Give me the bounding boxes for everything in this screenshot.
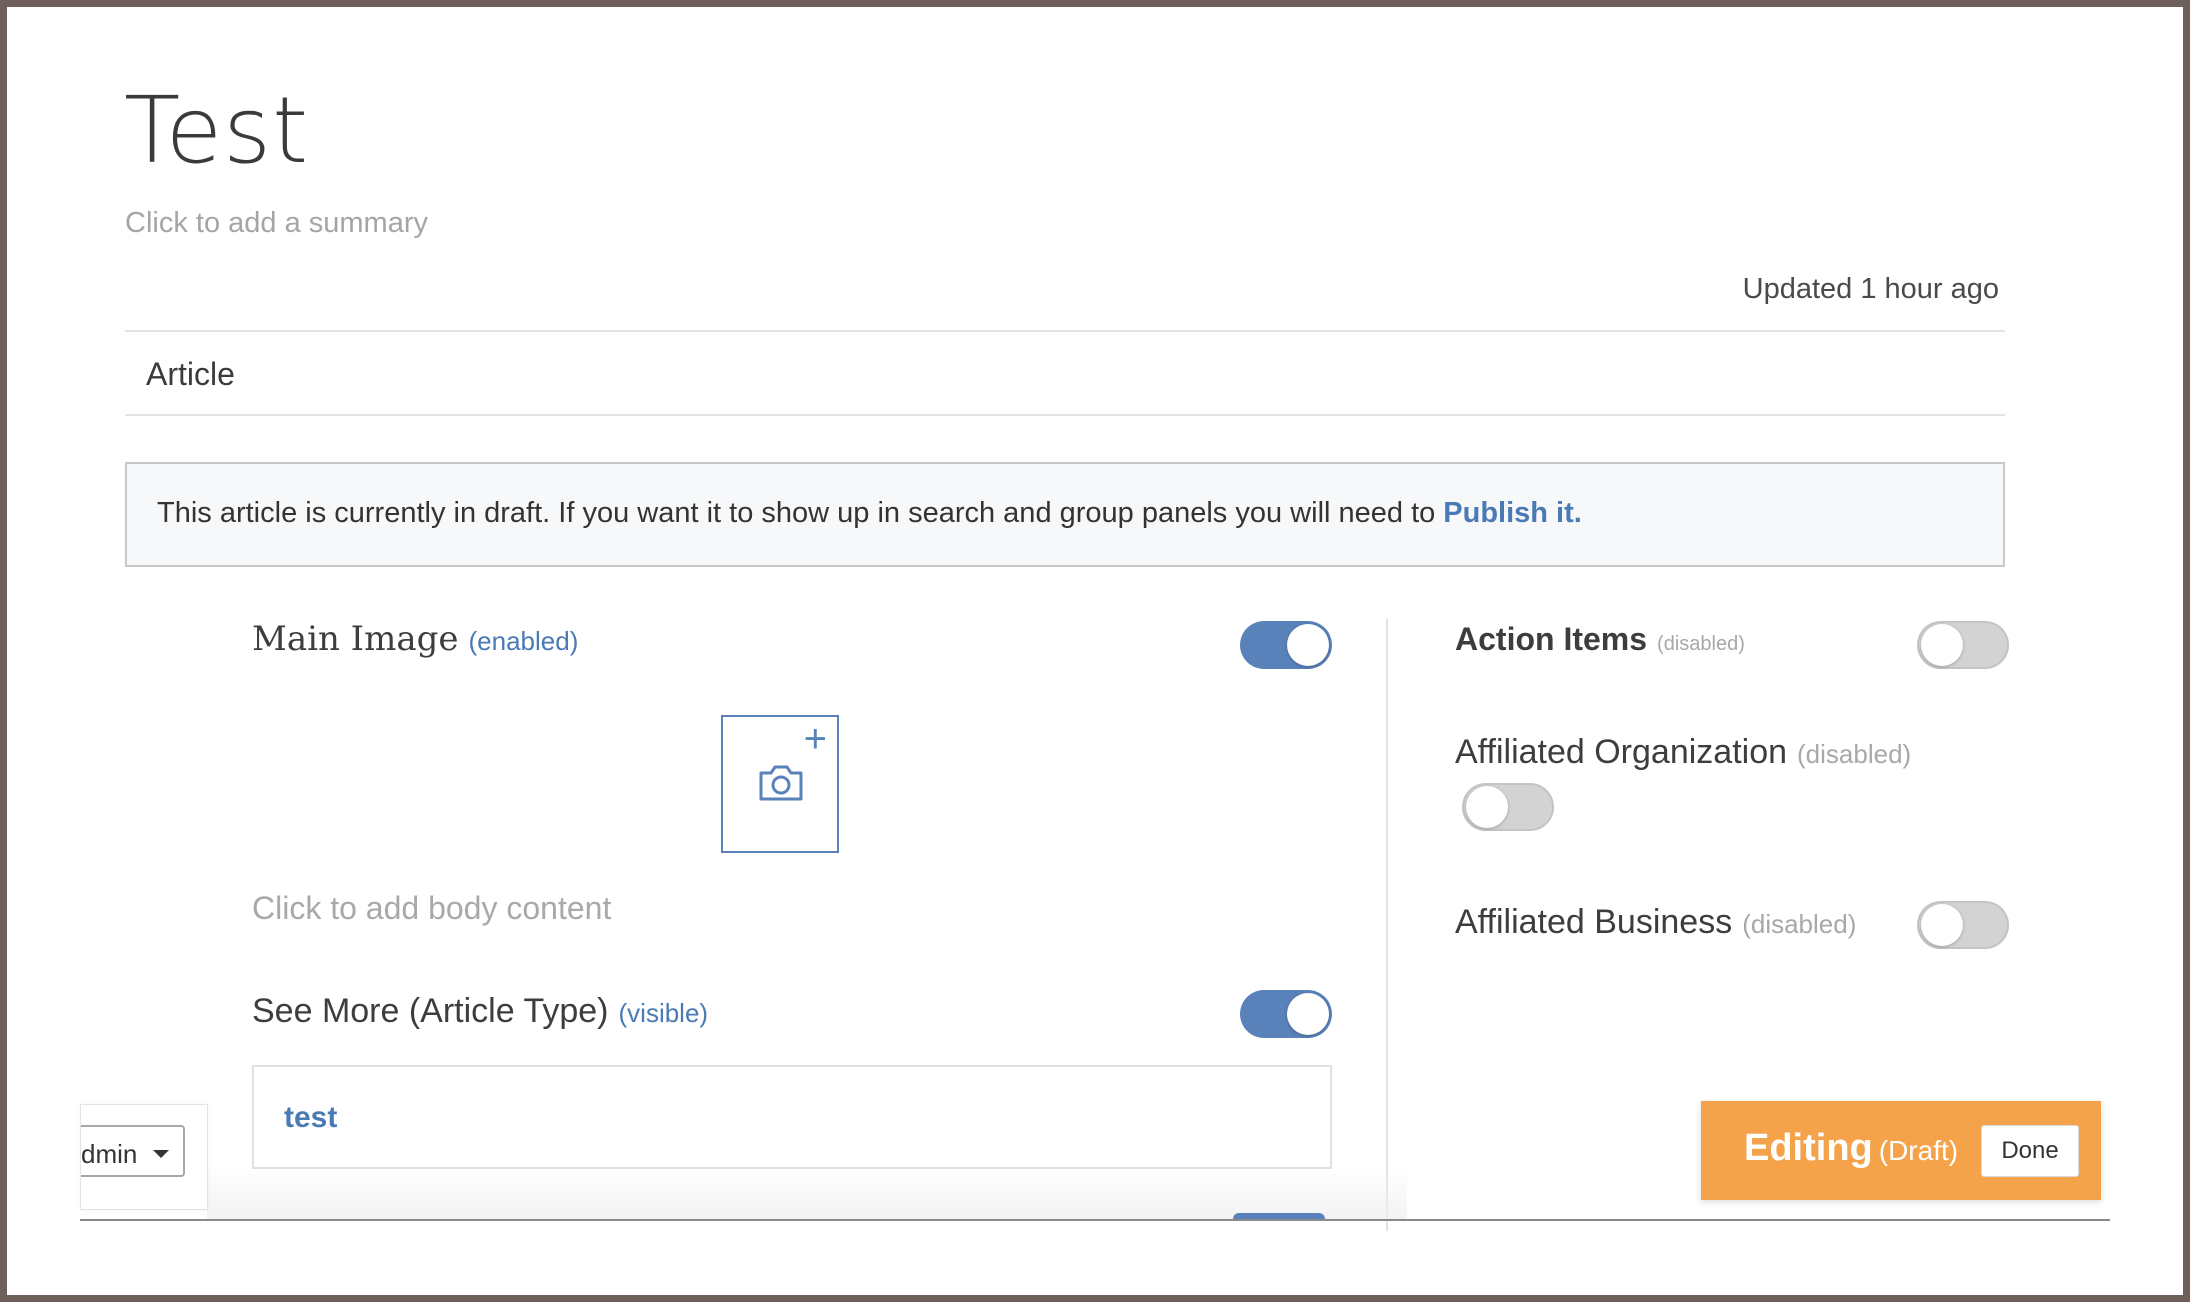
see-more-box: test bbox=[252, 1065, 1332, 1169]
affiliated-business-label: Affiliated Business (disabled) bbox=[1455, 903, 1856, 942]
bottom-divider bbox=[80, 1219, 2110, 1221]
admin-dropdown-button[interactable]: dmin bbox=[81, 1125, 185, 1177]
see-more-label: See More (Article Type) (visible) bbox=[252, 992, 708, 1031]
see-more-title: See More (Article Type) bbox=[252, 992, 609, 1030]
done-button[interactable]: Done bbox=[1981, 1125, 2079, 1177]
caret-down-icon bbox=[153, 1150, 169, 1158]
see-more-state: (visible) bbox=[618, 998, 709, 1028]
page-title[interactable]: Test bbox=[124, 77, 309, 184]
draft-notice-message: This article is currently in draft. If y… bbox=[157, 497, 1582, 530]
affiliated-business-toggle[interactable] bbox=[1917, 901, 2009, 949]
editing-status: (Draft) bbox=[1878, 1135, 1959, 1166]
main-image-title: Main Image bbox=[252, 619, 459, 659]
affiliated-organization-label: Affiliated Organization (disabled) bbox=[1455, 733, 1911, 772]
affiliated-business-state: (disabled) bbox=[1742, 909, 1857, 939]
action-items-toggle[interactable] bbox=[1917, 621, 2009, 669]
toggle-knob bbox=[1921, 624, 1963, 666]
editing-label: Editing (Draft) bbox=[1744, 1127, 1958, 1170]
column-divider bbox=[1386, 619, 1388, 1231]
body-content-placeholder[interactable]: Click to add body content bbox=[252, 890, 611, 927]
see-more-toggle[interactable] bbox=[1240, 990, 1332, 1038]
admin-panel: dmin bbox=[80, 1104, 208, 1210]
main-image-toggle[interactable] bbox=[1240, 621, 1332, 669]
toggle-knob bbox=[1287, 993, 1329, 1035]
page-frame: Test Click to add a summary Updated 1 ho… bbox=[7, 7, 2183, 1295]
plus-icon: + bbox=[803, 717, 827, 761]
editing-status-bar: Editing (Draft) Done bbox=[1701, 1101, 2101, 1200]
admin-dropdown-label: dmin bbox=[81, 1139, 138, 1169]
toggle-knob bbox=[1921, 904, 1963, 946]
affiliated-organization-toggle[interactable] bbox=[1462, 783, 1554, 831]
affiliated-organization-title: Affiliated Organization bbox=[1455, 733, 1788, 771]
main-image-state: (enabled) bbox=[468, 626, 579, 656]
affiliated-business-title: Affiliated Business bbox=[1455, 903, 1733, 941]
add-image-button[interactable]: + bbox=[721, 715, 839, 853]
affiliated-organization-state: (disabled) bbox=[1797, 739, 1912, 769]
action-items-title: Action Items bbox=[1455, 621, 1648, 657]
editing-mode: Editing bbox=[1744, 1127, 1873, 1169]
see-more-link[interactable]: test bbox=[284, 1101, 337, 1135]
publish-link[interactable]: Publish it. bbox=[1443, 497, 1582, 529]
camera-icon bbox=[759, 765, 803, 801]
toggle-knob bbox=[1466, 786, 1508, 828]
content-type-bar: Article bbox=[125, 330, 2005, 416]
action-items-label: Action Items (disabled) bbox=[1455, 621, 1745, 658]
draft-notice-text: This article is currently in draft. If y… bbox=[157, 497, 1436, 529]
content-type-label: Article bbox=[146, 356, 235, 392]
main-image-label: Main Image (enabled) bbox=[252, 619, 578, 659]
action-items-state: (disabled) bbox=[1657, 633, 1745, 655]
summary-placeholder[interactable]: Click to add a summary bbox=[125, 207, 428, 240]
toggle-knob bbox=[1287, 624, 1329, 666]
updated-timestamp: Updated 1 hour ago bbox=[1742, 273, 1999, 305]
scroll-fade bbox=[207, 1167, 1407, 1219]
draft-notice: This article is currently in draft. If y… bbox=[125, 462, 2005, 567]
